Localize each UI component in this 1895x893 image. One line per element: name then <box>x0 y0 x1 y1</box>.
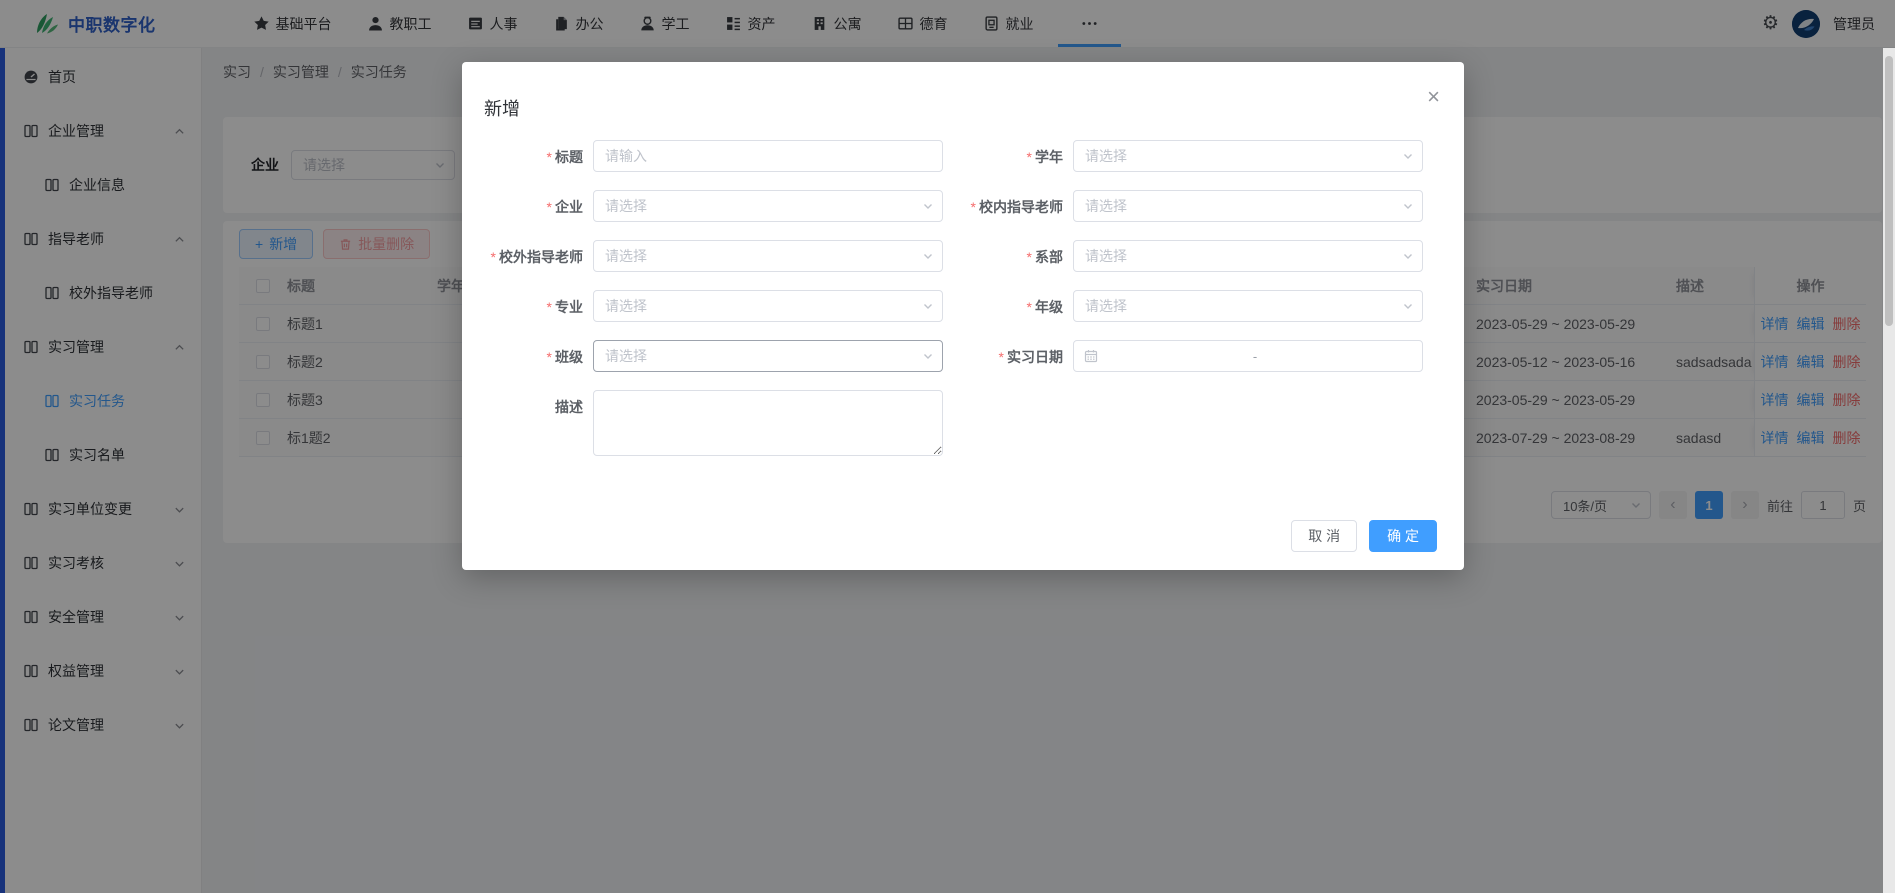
chevron-down-icon <box>922 200 934 212</box>
dialog-footer: 取 消 确 定 <box>1291 520 1437 552</box>
field-label-internal-tutor: *校内指导老师 <box>943 190 1063 217</box>
date-range-separator: - <box>1253 349 1257 364</box>
required-mark: * <box>547 149 552 165</box>
required-mark: * <box>1027 149 1032 165</box>
required-mark: * <box>547 299 552 315</box>
close-icon[interactable]: × <box>1427 86 1440 108</box>
required-mark: * <box>547 349 552 365</box>
required-mark: * <box>1027 249 1032 265</box>
chevron-down-icon <box>1402 300 1414 312</box>
field-label-major: *专业 <box>462 290 583 317</box>
chevron-down-icon <box>922 250 934 262</box>
vertical-scrollbar[interactable] <box>1883 48 1895 893</box>
required-mark: * <box>999 349 1004 365</box>
required-mark: * <box>547 199 552 215</box>
confirm-button[interactable]: 确 定 <box>1369 520 1437 552</box>
internal-tutor-select[interactable]: 请选择 <box>1073 190 1423 222</box>
grade-select[interactable]: 请选择 <box>1073 290 1423 322</box>
class-select[interactable]: 请选择 <box>593 340 943 372</box>
required-mark: * <box>971 199 976 215</box>
chevron-down-icon <box>1402 150 1414 162</box>
field-label-class: *班级 <box>462 340 583 367</box>
field-label-department: *系部 <box>943 240 1063 267</box>
required-mark: * <box>491 249 496 265</box>
internship-date-range-picker[interactable]: - <box>1073 340 1423 372</box>
field-label-description: 描述 <box>462 390 583 417</box>
chevron-down-icon <box>922 350 934 362</box>
external-tutor-select[interactable]: 请选择 <box>593 240 943 272</box>
calendar-icon <box>1084 349 1098 363</box>
cancel-button[interactable]: 取 消 <box>1291 520 1357 552</box>
year-select[interactable]: 请选择 <box>1073 140 1423 172</box>
field-label-company: *企业 <box>462 190 583 217</box>
chevron-down-icon <box>1402 250 1414 262</box>
dialog-title: 新增 <box>484 95 520 121</box>
add-form: *标题 *学年 请选择 *企业 请选择 *校内指导老师 请选择 *校外指导老师 … <box>462 140 1464 474</box>
chevron-down-icon <box>1402 200 1414 212</box>
add-dialog: 新增 × *标题 *学年 请选择 *企业 请选择 *校内指导老师 请选择 <box>462 62 1464 570</box>
company-select[interactable]: 请选择 <box>593 190 943 222</box>
field-label-date: *实习日期 <box>943 340 1063 367</box>
field-label-external-tutor: *校外指导老师 <box>462 240 583 267</box>
title-input[interactable] <box>593 140 943 172</box>
major-select[interactable]: 请选择 <box>593 290 943 322</box>
field-label-title: *标题 <box>462 140 583 167</box>
field-label-year: *学年 <box>943 140 1063 167</box>
chevron-down-icon <box>922 300 934 312</box>
department-select[interactable]: 请选择 <box>1073 240 1423 272</box>
scrollbar-thumb[interactable] <box>1885 56 1893 326</box>
field-label-grade: *年级 <box>943 290 1063 317</box>
description-textarea[interactable] <box>593 390 943 456</box>
required-mark: * <box>1027 299 1032 315</box>
